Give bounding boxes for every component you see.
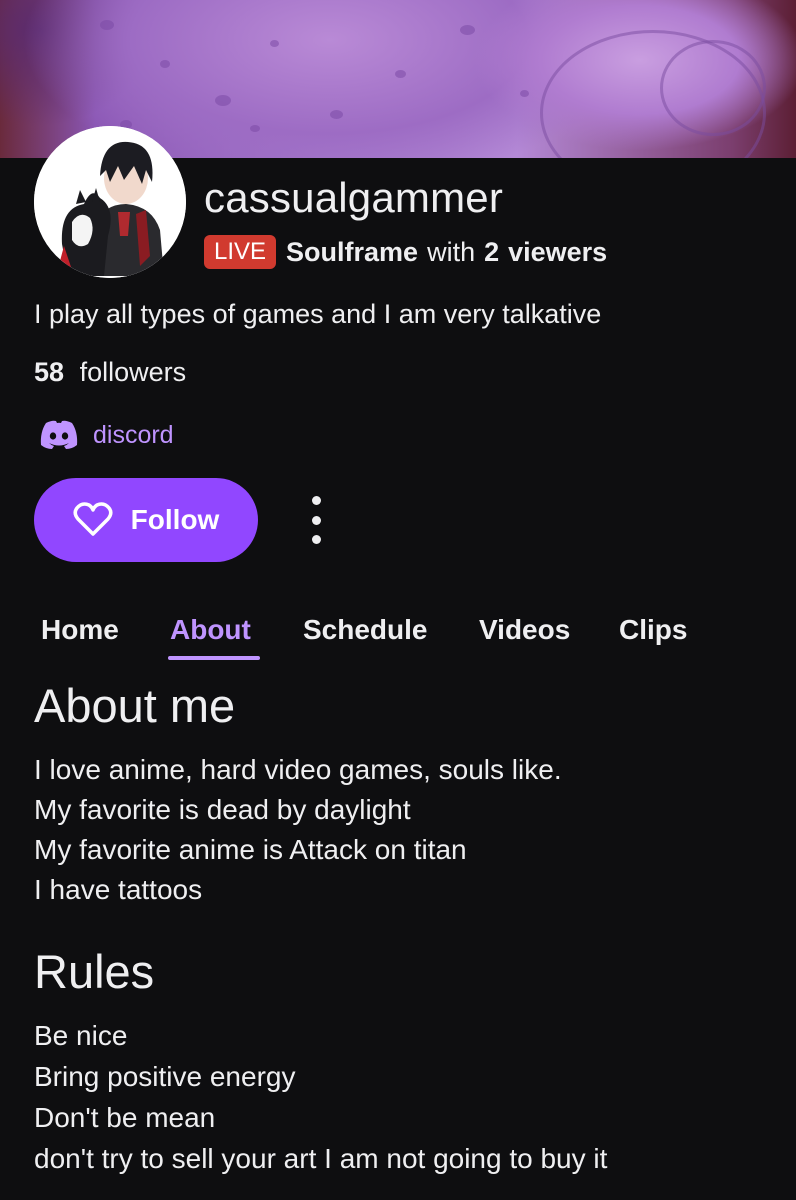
follow-button-label: Follow xyxy=(130,504,220,535)
discord-social-link[interactable]: discord xyxy=(38,418,174,452)
channel-avatar[interactable] xyxy=(34,126,186,278)
about-line: I have tattoos xyxy=(34,874,203,905)
rules-line: Be nice xyxy=(34,1020,128,1051)
with-label: with xyxy=(427,236,476,267)
tab-clips[interactable]: Clips xyxy=(619,610,687,650)
channel-tabs: Home About Schedule Videos Clips xyxy=(0,610,796,662)
live-status-row: LIVE Soulframe with 2 viewers xyxy=(204,233,607,271)
about-line: I love anime, hard video games, souls li… xyxy=(34,754,562,785)
tab-about[interactable]: About xyxy=(170,610,251,650)
rules-text: Be nice Bring positive energy Don't be m… xyxy=(34,1015,607,1179)
followers-label: followers xyxy=(79,357,187,387)
rules-heading: Rules xyxy=(34,945,155,998)
follow-button[interactable]: Follow xyxy=(34,478,258,562)
rules-line: don't try to sell your art I am not goin… xyxy=(34,1143,608,1174)
channel-username: cassualgammer xyxy=(204,174,504,221)
about-line: My favorite anime is Attack on titan xyxy=(34,834,467,865)
live-badge: LIVE xyxy=(204,235,277,269)
tab-schedule[interactable]: Schedule xyxy=(303,610,427,650)
about-text: I love anime, hard video games, souls li… xyxy=(34,750,562,910)
game-title-link[interactable]: Soulframe xyxy=(286,237,418,268)
about-heading: About me xyxy=(34,679,236,732)
discord-link-label: discord xyxy=(93,420,174,449)
avatar-illustration xyxy=(34,126,186,278)
about-line: My favorite is dead by daylight xyxy=(34,794,411,825)
rules-line: Bring positive energy xyxy=(34,1061,296,1092)
tab-videos[interactable]: Videos xyxy=(479,610,570,650)
vertical-ellipsis-icon[interactable] xyxy=(302,496,330,544)
discord-icon xyxy=(38,419,80,451)
heart-outline-icon xyxy=(73,502,113,538)
viewers-label: viewers xyxy=(508,236,608,267)
tab-home[interactable]: Home xyxy=(41,610,119,650)
followers-count: 58 xyxy=(34,357,65,387)
followers-count-row: 58 followers xyxy=(34,354,186,390)
channel-bio: I play all types of games and I am very … xyxy=(34,299,602,329)
active-tab-indicator xyxy=(168,656,260,660)
viewer-count: 2 xyxy=(484,236,500,267)
rules-line: Don't be mean xyxy=(34,1102,216,1133)
